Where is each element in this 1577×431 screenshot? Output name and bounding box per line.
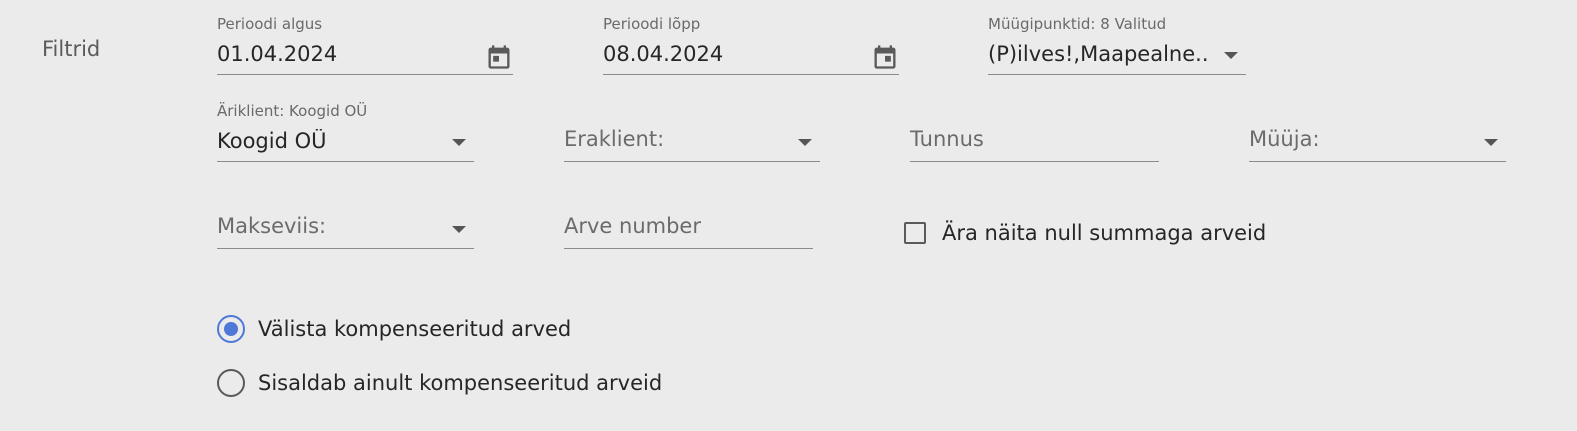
hide-zero-sum-checkbox[interactable]	[904, 222, 926, 244]
seller-underline	[1249, 161, 1506, 162]
hide-zero-sum-label[interactable]: Ära näita null summaga arveid	[942, 221, 1266, 245]
calendar-icon[interactable]	[871, 42, 899, 72]
period-start-value[interactable]: 01.04.2024	[217, 42, 337, 66]
period-end-field[interactable]: Perioodi lõpp 08.04.2024	[603, 15, 899, 75]
payment-method-select[interactable]: Makseviis:	[217, 189, 474, 249]
business-client-select[interactable]: Äriklient: Koogid OÜ Koogid OÜ	[217, 102, 474, 162]
chevron-down-icon[interactable]	[452, 226, 466, 233]
business-client-underline	[217, 161, 474, 162]
period-end-underline	[603, 74, 899, 75]
period-end-label: Perioodi lõpp	[603, 15, 701, 33]
payment-method-placeholder: Makseviis:	[217, 214, 327, 238]
seller-placeholder: Müüja:	[1249, 127, 1320, 151]
radio-only-compensated[interactable]: Sisaldab ainult kompenseeritud arveid	[217, 368, 662, 398]
identifier-underline	[910, 161, 1159, 162]
radio-exclude-compensated-label[interactable]: Välista kompenseeritud arved	[258, 317, 571, 341]
sales-points-underline	[988, 74, 1246, 75]
hide-zero-sum-checkbox-row[interactable]: Ära näita null summaga arveid	[904, 219, 1266, 247]
filters-section-label: Filtrid	[42, 37, 101, 61]
identifier-input[interactable]: Tunnus	[910, 102, 1159, 162]
invoice-number-input[interactable]: Arve number	[564, 189, 813, 249]
invoice-number-placeholder: Arve number	[564, 214, 701, 238]
radio-only-compensated-label[interactable]: Sisaldab ainult kompenseeritud arveid	[258, 371, 662, 395]
radio-button-unselected[interactable]	[217, 369, 245, 397]
private-client-placeholder: Eraklient:	[564, 127, 665, 151]
identifier-placeholder: Tunnus	[910, 127, 984, 151]
chevron-down-icon[interactable]	[1224, 52, 1238, 59]
chevron-down-icon[interactable]	[798, 139, 812, 146]
radio-button-selected[interactable]	[217, 315, 245, 343]
radio-exclude-compensated[interactable]: Välista kompenseeritud arved	[217, 314, 571, 344]
sales-points-value: (P)ilves!,Maapealne...	[988, 42, 1210, 66]
business-client-value: Koogid OÜ	[217, 129, 327, 153]
period-start-field[interactable]: Perioodi algus 01.04.2024	[217, 15, 513, 75]
calendar-icon[interactable]	[485, 42, 513, 72]
private-client-select[interactable]: Eraklient:	[564, 102, 820, 162]
chevron-down-icon[interactable]	[1484, 139, 1498, 146]
period-end-value[interactable]: 08.04.2024	[603, 42, 723, 66]
business-client-label: Äriklient: Koogid OÜ	[217, 102, 368, 120]
period-start-label: Perioodi algus	[217, 15, 323, 33]
sales-points-label: Müügipunktid: 8 Valitud	[988, 15, 1167, 33]
seller-select[interactable]: Müüja:	[1249, 102, 1506, 162]
sales-points-select[interactable]: Müügipunktid: 8 Valitud (P)ilves!,Maapea…	[988, 15, 1246, 75]
period-start-underline	[217, 74, 513, 75]
payment-method-underline	[217, 248, 474, 249]
chevron-down-icon[interactable]	[452, 139, 466, 146]
invoice-number-underline	[564, 248, 813, 249]
private-client-underline	[564, 161, 820, 162]
